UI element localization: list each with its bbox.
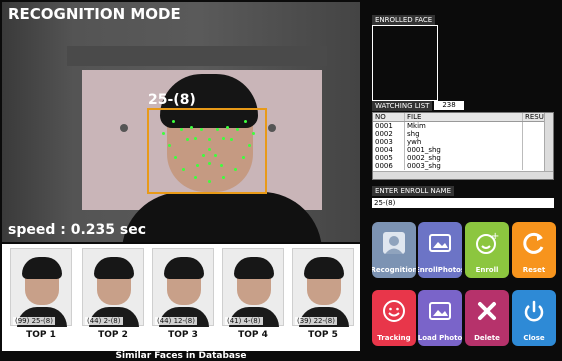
watching-list-count: 238 [434,101,464,110]
wall-bar [67,46,327,66]
mode-title: RECOGNITION MODE [8,5,181,23]
smiley-icon [372,290,416,332]
camera-view: RECOGNITION MODE 25-(8) [2,2,360,242]
cell-no: 0003 [373,138,405,146]
refresh-icon [512,222,556,264]
cell-file: 0002_shg [405,154,523,162]
watching-list-table[interactable]: NO FILE RESU 0001 Mkim 0002 shg 0003 ywh… [372,112,554,180]
load-photo-label: Load Photo [418,334,462,342]
similar-face-caption: (99) 25-(8) [13,317,55,325]
similar-face-thumb[interactable]: (39) 22-(8) [292,248,354,327]
delete-button[interactable]: Delete [465,290,509,346]
table-row[interactable]: 0002 shg [373,130,553,138]
close-label: Close [523,334,545,342]
cell-file: Mkim [405,122,523,130]
reset-label: Reset [522,266,546,274]
close-button[interactable]: Close [512,290,556,346]
cell-no: 0005 [373,154,405,162]
cell-no: 0006 [373,162,405,170]
enroll-photos-button[interactable]: EnrollPhotos [418,222,462,278]
rank-label: TOP 2 [98,330,128,340]
x-icon [465,290,509,332]
cell-file: 0001_shg [405,146,523,154]
reset-button[interactable]: Reset [512,222,556,278]
enroll-name-input[interactable]: 25-(8) [372,198,554,208]
watching-list-label: WATCHING LIST [372,101,433,111]
horizontal-scrollbar[interactable] [373,171,553,179]
similar-face-thumb[interactable]: (41) 4-(8) [222,248,284,327]
rank-label: TOP 5 [308,330,338,340]
rank-label: TOP 4 [238,330,268,340]
subject-body [122,192,322,242]
rank-label: TOP 1 [26,330,56,340]
face-detection-box [147,108,267,194]
similar-face-caption: (41) 4-(8) [225,317,263,325]
cell-file: 0003_shg [405,162,523,170]
enroll-label: Enroll [475,266,499,274]
similar-face-caption: (39) 22-(8) [295,317,337,325]
similar-face-caption: (44) 12-(8) [155,317,197,325]
delete-label: Delete [474,334,500,342]
similar-face-thumb[interactable]: (44) 2-(8) [82,248,144,327]
similar-face-caption: (44) 2-(8) [85,317,123,325]
enrolled-face-label: ENROLLED FACE [372,15,436,25]
tracking-button[interactable]: Tracking [372,290,416,346]
table-row[interactable]: 0001 Mkim [373,122,553,130]
power-icon [512,290,556,332]
similar-face-thumb[interactable]: (44) 12-(8) [152,248,214,327]
tracking-label: Tracking [377,334,411,342]
col-header-no[interactable]: NO [373,113,405,121]
person-icon [372,222,416,264]
smiley-plus-icon: + [465,222,509,264]
speed-readout: speed : 0.235 sec [8,222,146,238]
table-header: NO FILE RESU [373,113,553,122]
table-row[interactable]: 0003 ywh [373,138,553,146]
table-row[interactable]: 0004 0001_shg [373,146,553,154]
table-row[interactable]: 0005 0002_shg [373,154,553,162]
photo-icon [418,290,462,332]
cell-no: 0004 [373,146,405,154]
detected-face-label: 25-(8) [148,92,196,108]
cell-file: shg [405,130,523,138]
photo-icon [418,222,462,264]
cell-no: 0002 [373,130,405,138]
vertical-scrollbar[interactable] [544,113,553,173]
enroll-photos-label: EnrollPhotos [418,266,462,274]
recognition-button[interactable]: Recognition [372,222,416,278]
similar-faces-title: Similar Faces in Database [2,351,360,361]
enrolled-face-preview [372,25,438,101]
cell-file: ywh [405,138,523,146]
svg-text:+: + [491,231,499,242]
cell-no: 0001 [373,122,405,130]
table-row[interactable]: 0006 0003_shg [373,162,553,170]
col-header-file[interactable]: FILE [405,113,523,121]
similar-face-thumb[interactable]: (99) 25-(8) [10,248,72,327]
enroll-button[interactable]: + Enroll [465,222,509,278]
enroll-name-label: ENTER ENROLL NAME [372,186,454,196]
rank-label: TOP 3 [168,330,198,340]
load-photo-button[interactable]: Load Photo [418,290,462,346]
recognition-label: Recognition [372,266,416,274]
similar-faces-panel: (99) 25-(8) (44) 2-(8) (44) 12-(8) (41) … [2,244,360,361]
